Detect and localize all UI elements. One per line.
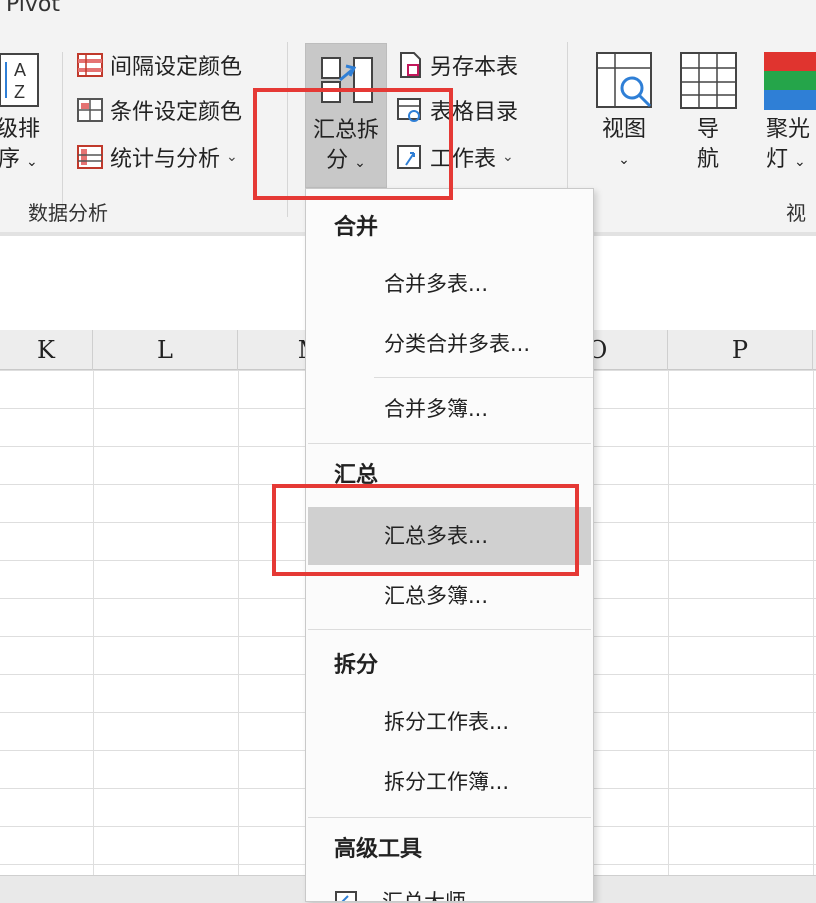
summary-master-icon <box>335 891 357 901</box>
menu-item-summarize-sheets[interactable]: 汇总多表... <box>308 507 591 565</box>
interval-color-label: 间隔设定颜色 <box>110 55 243 80</box>
summary-split-label-line2: 分 ⌄ <box>326 148 366 173</box>
table-toc-icon <box>397 98 421 122</box>
spotlight-label-line2: 灯 ⌄ <box>766 147 806 172</box>
column-header-p[interactable]: P <box>668 330 813 370</box>
chevron-down-icon: ⌄ <box>226 149 238 165</box>
menu-separator <box>308 443 591 444</box>
separator <box>567 42 568 192</box>
spotlight-color-bars-icon <box>764 52 816 110</box>
conditional-color-icon <box>77 98 103 122</box>
menu-separator <box>308 817 591 818</box>
summary-split-label-line1: 汇总拆 <box>312 118 379 143</box>
menu-item-split-worksheet[interactable]: 拆分工作表... <box>308 693 591 751</box>
navigate-label-line2: 航 <box>696 147 719 172</box>
summary-master-label: 汇总大师 <box>382 890 466 902</box>
save-table-button[interactable]: 另存本表 <box>396 48 518 82</box>
save-table-label: 另存本表 <box>430 55 519 80</box>
menu-section-advanced: 高级工具 <box>334 837 423 862</box>
menu-item-summarize-workbooks[interactable]: 汇总多簿... <box>308 567 591 625</box>
menu-separator <box>308 629 591 630</box>
sort-label-line2: 序 ⌄ <box>0 147 38 172</box>
ribbon-tab-title[interactable]: Pivot <box>6 0 60 17</box>
chevron-down-icon: ⌄ <box>502 149 514 165</box>
menu-section-summary: 汇总 <box>334 463 379 488</box>
menu-item-category-merge-sheets[interactable]: 分类合并多表... <box>308 315 591 373</box>
view-label: 视图 <box>601 117 646 142</box>
spotlight-label-line1: 聚光 <box>766 117 811 142</box>
separator <box>287 42 288 217</box>
table-toc-button[interactable]: 表格目录 <box>396 93 518 127</box>
worksheet-icon <box>397 145 421 169</box>
menu-item-merge-workbooks[interactable]: 合并多簿... <box>308 380 591 438</box>
data-analysis-group-label: 数据分析 <box>28 201 108 225</box>
view-magnifier-icon <box>596 52 652 108</box>
menu-item-split-workbook[interactable]: 拆分工作簿... <box>308 753 591 811</box>
stats-analysis-button[interactable]: 统计与分析 ⌄ <box>76 140 238 174</box>
sort-az-icon: A Z <box>0 53 39 107</box>
separator <box>62 52 63 212</box>
navigate-grid-icon <box>680 52 737 109</box>
menu-section-merge: 合并 <box>334 215 379 240</box>
worksheet-button[interactable]: 工作表 ⌄ <box>396 140 514 174</box>
column-header-k[interactable]: K <box>0 330 93 370</box>
menu-item-summary-master[interactable]: 汇总大师 <box>334 881 466 902</box>
svg-text:A: A <box>14 60 26 80</box>
worksheet-label: 工作表 <box>430 147 497 172</box>
gridline <box>93 370 94 875</box>
save-table-icon <box>400 52 421 78</box>
stats-analysis-label: 统计与分析 <box>110 147 221 172</box>
chevron-down-icon: ⌄ <box>618 152 630 168</box>
gridline <box>238 370 239 875</box>
svg-text:Z: Z <box>14 82 25 102</box>
interval-color-icon <box>77 53 103 77</box>
sort-label-line1: 级排 <box>0 117 41 142</box>
table-toc-label: 表格目录 <box>430 100 519 125</box>
gridline <box>668 370 669 875</box>
column-header-l[interactable]: L <box>93 330 238 370</box>
gridline <box>813 370 814 875</box>
menu-separator <box>374 377 593 378</box>
menu-section-split: 拆分 <box>334 653 379 678</box>
summary-split-icon <box>321 57 373 103</box>
summary-split-dropdown-menu: 合并 合并多表... 分类合并多表... 合并多簿... 汇总 汇总多表... … <box>305 188 594 902</box>
conditional-color-label: 条件设定颜色 <box>110 100 243 125</box>
navigate-label-line1: 导 <box>696 117 719 142</box>
summary-split-button[interactable]: 汇总拆 分 ⌄ <box>305 43 387 188</box>
menu-item-merge-sheets[interactable]: 合并多表... <box>308 255 591 313</box>
conditional-color-button[interactable]: 条件设定颜色 <box>76 93 242 127</box>
interval-color-button[interactable]: 间隔设定颜色 <box>76 48 242 82</box>
stats-analysis-icon <box>77 145 103 169</box>
